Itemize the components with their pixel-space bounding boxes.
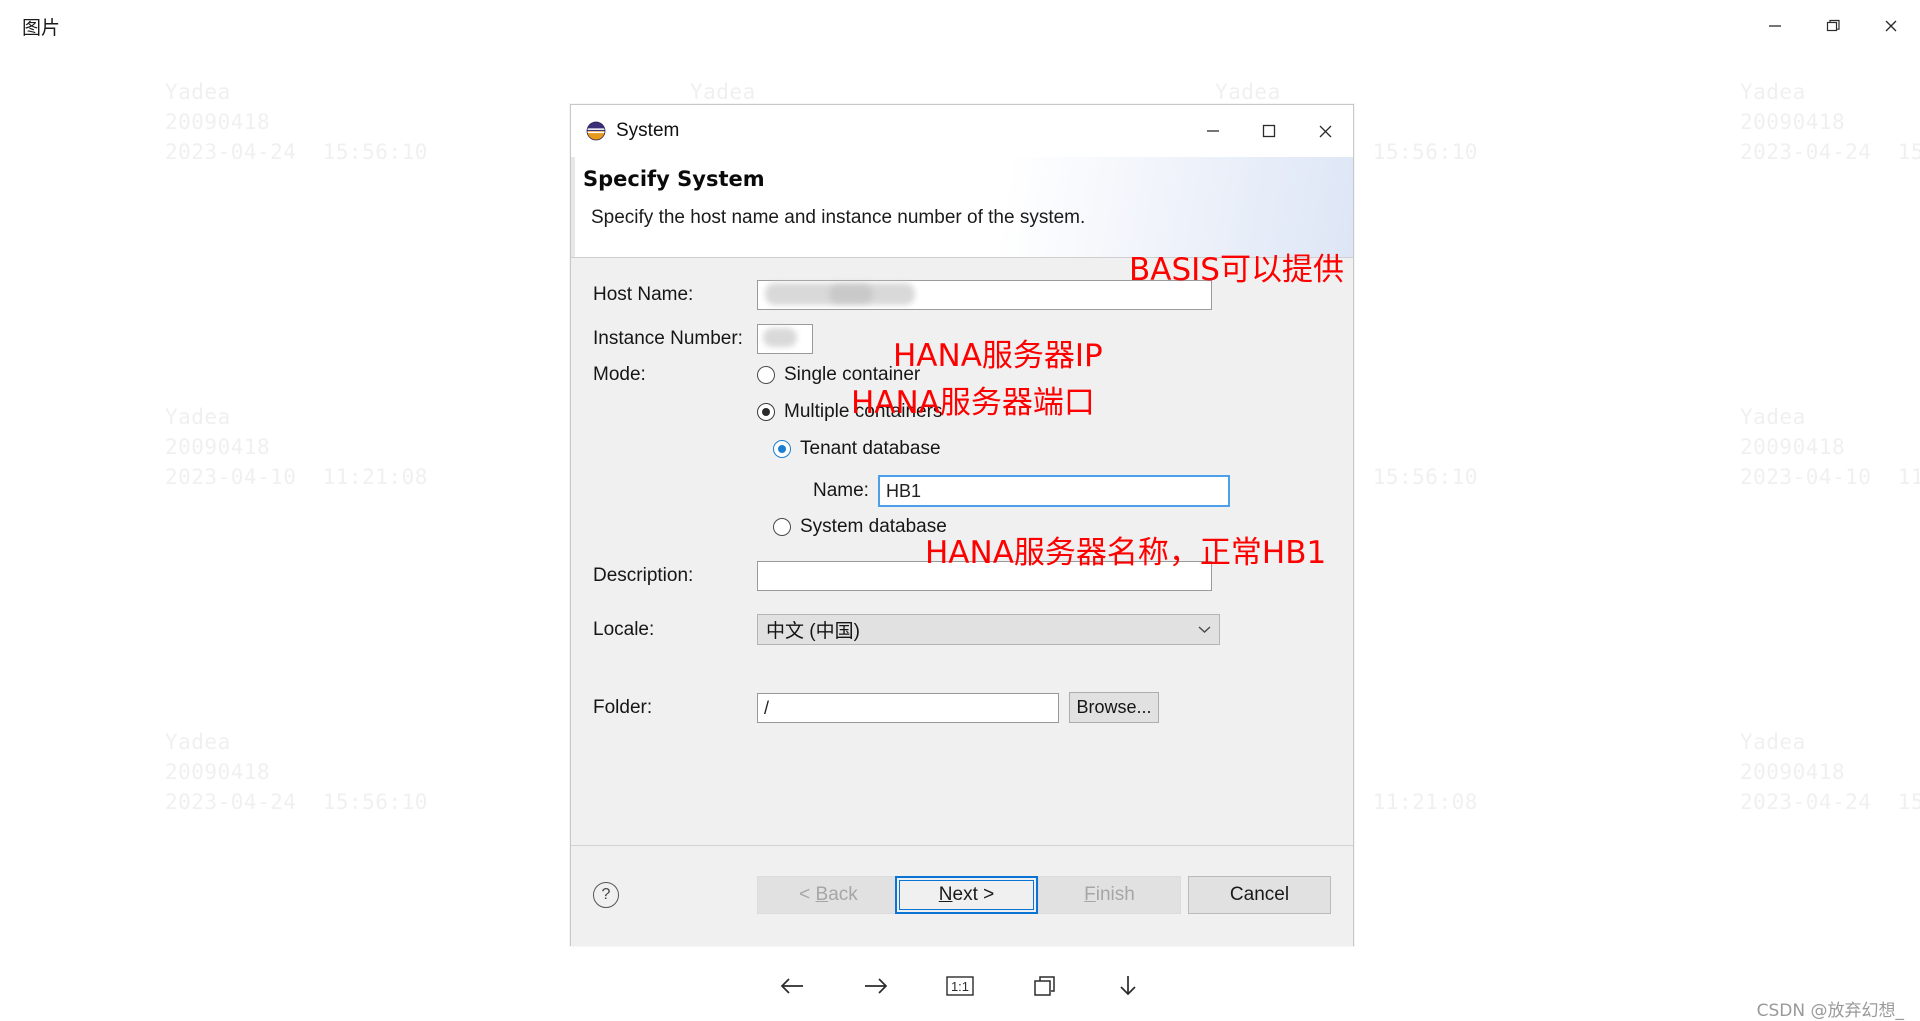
description-input[interactable] (757, 561, 1212, 591)
radio-system-database-row: System database (773, 516, 947, 538)
dialog-footer: ? < Back Next > Finish Cancel (571, 845, 1353, 946)
next-arrow-icon[interactable] (853, 963, 899, 1009)
help-icon-glyph: ? (601, 886, 611, 903)
next-button-label: Next > (938, 884, 995, 905)
folder-input[interactable]: / (757, 692, 1059, 723)
sap-hana-system-icon (585, 120, 607, 142)
next-button[interactable]: Next > (895, 876, 1038, 914)
dialog-maximize-icon[interactable] (1241, 105, 1297, 157)
tenant-name-input[interactable]: HB1 (877, 475, 1230, 507)
watermark-text: Yadea 20090418 2023-04-10 11:21:08 (165, 405, 428, 489)
dialog-titlebar: System (571, 105, 1353, 157)
tenant-name-row: Name: HB1 (813, 475, 1230, 507)
description-label: Description: (593, 565, 694, 586)
dialog-header-banner: Specify System Specify the host name and… (571, 157, 1353, 257)
rotate-icon[interactable] (1021, 963, 1067, 1009)
watermark-text: Yadea 20090418 2023-04-10 11:21:08 (1740, 405, 1920, 489)
radio-multiple-containers-indicator (757, 403, 775, 421)
locale-selected-value: 中文 (中国) (766, 621, 860, 642)
watermark-text: Yadea 20090418 2023-04-24 15:56:10 (165, 730, 428, 814)
cancel-button-label: Cancel (1229, 884, 1290, 905)
minimize-icon[interactable] (1746, 0, 1804, 52)
back-button-label: < Back (799, 884, 858, 905)
instance-number-label: Instance Number: (593, 328, 743, 349)
radio-system-database-indicator (773, 518, 791, 536)
dialog-body: Host Name: Instance Number: Mode: Single… (571, 258, 1353, 845)
dialog-window-controls (1185, 105, 1353, 157)
description-row: Description: (593, 561, 1212, 591)
watermark-text: Yadea 20090418 2023-04-24 15:56:10 (165, 80, 428, 164)
radio-single-container[interactable]: Single container (757, 364, 920, 386)
radio-tenant-database-row: Tenant database (773, 438, 941, 460)
back-button[interactable]: < Back (757, 876, 900, 914)
watermark-text: Yadea 20090418 2023-04-24 15:56:10 (1740, 730, 1920, 814)
mode-label: Mode: (593, 364, 646, 385)
download-icon[interactable] (1105, 963, 1151, 1009)
header-accent-bar (571, 157, 575, 257)
watermark-text: Yadea 20090418 2023-04-24 15:56:10 (1740, 80, 1920, 164)
host-name-row: Host Name: (593, 280, 1212, 310)
instance-number-row: Instance Number: (593, 324, 813, 354)
instance-number-redaction (763, 328, 797, 347)
close-icon[interactable] (1862, 0, 1920, 52)
page-title: Specify System (583, 167, 765, 191)
host-name-redaction-2 (829, 285, 873, 303)
tenant-name-label: Name: (813, 480, 869, 501)
mode-row: Mode: Single container (593, 364, 920, 386)
radio-tenant-database-indicator (773, 440, 791, 458)
radio-multiple-containers-row: Multiple containers (757, 401, 942, 423)
radio-single-container-indicator (757, 366, 775, 384)
folder-label: Folder: (593, 696, 653, 718)
radio-multiple-containers[interactable]: Multiple containers (757, 401, 942, 423)
previous-arrow-icon[interactable] (769, 963, 815, 1009)
locale-row: Locale: 中文 (中国) (593, 614, 1220, 645)
actual-size-button[interactable]: 1:1 (937, 963, 983, 1009)
actual-size-label: 1:1 (950, 978, 970, 994)
viewer-bottom-toolbar: 1:1 (0, 952, 1920, 1020)
finish-button[interactable]: Finish (1038, 876, 1181, 914)
radio-single-container-label: Single container (784, 364, 921, 385)
dialog-close-icon[interactable] (1297, 105, 1353, 157)
dialog-title: System (616, 120, 680, 141)
dialog-minimize-icon[interactable] (1185, 105, 1241, 157)
chevron-down-icon (1198, 622, 1211, 637)
specify-system-dialog: System Specify System Specify the host n… (570, 104, 1354, 946)
help-icon[interactable]: ? (593, 882, 619, 908)
restore-icon[interactable] (1804, 0, 1862, 52)
viewer-window-controls (1746, 0, 1920, 52)
host-name-label: Host Name: (593, 284, 694, 305)
browse-button[interactable]: Browse... (1069, 692, 1159, 723)
radio-tenant-database[interactable]: Tenant database (773, 438, 941, 460)
locale-label: Locale: (593, 618, 655, 640)
page-subtitle: Specify the host name and instance numbe… (591, 207, 1086, 228)
radio-multiple-containers-label: Multiple containers (784, 401, 943, 422)
image-canvas: Yadea 20090418 2023-04-24 15:56:10 Yadea … (0, 52, 1920, 952)
cancel-button[interactable]: Cancel (1188, 876, 1331, 914)
radio-system-database-label: System database (800, 516, 947, 537)
radio-tenant-database-label: Tenant database (800, 438, 941, 459)
viewer-titlebar: 图片 (0, 0, 1920, 52)
radio-system-database[interactable]: System database (773, 516, 947, 538)
viewer-window-title: 图片 (22, 16, 61, 39)
folder-row: Folder: / Browse... (593, 692, 1159, 723)
locale-select[interactable]: 中文 (中国) (757, 614, 1220, 645)
csdn-credit: CSDN @放弃幻想_ (1756, 1001, 1904, 1021)
finish-button-label: Finish (1084, 884, 1135, 905)
